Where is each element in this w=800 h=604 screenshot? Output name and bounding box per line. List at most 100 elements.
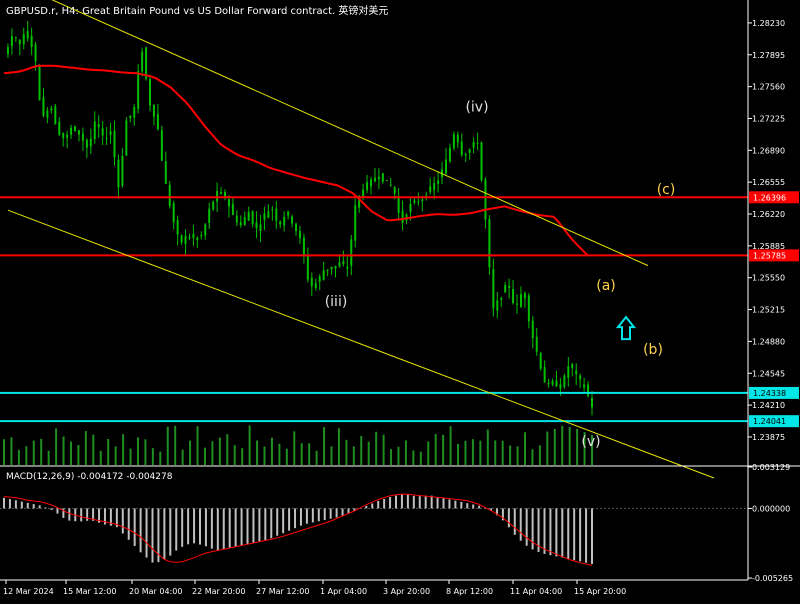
candle-body[interactable]: [141, 51, 144, 72]
candle-body[interactable]: [259, 224, 262, 232]
candle-body[interactable]: [66, 134, 69, 138]
candle-body[interactable]: [393, 187, 396, 194]
candle-body[interactable]: [508, 286, 511, 288]
candle-body[interactable]: [196, 237, 199, 241]
candle-body[interactable]: [484, 179, 487, 220]
candle-body[interactable]: [480, 142, 483, 181]
candle-body[interactable]: [302, 237, 305, 256]
candle-body[interactable]: [267, 211, 270, 218]
candle-body[interactable]: [401, 210, 404, 223]
candle-body[interactable]: [109, 131, 112, 135]
candle-body[interactable]: [81, 133, 84, 141]
chart-canvas[interactable]: 1.26396 1.25785 1.24338 1.24041 (iii) (iv) (v…: [0, 0, 800, 600]
candle-body[interactable]: [460, 141, 463, 156]
candle-body[interactable]: [492, 269, 495, 309]
candle-body[interactable]: [571, 363, 574, 369]
candle-body[interactable]: [452, 134, 455, 149]
candle-body[interactable]: [54, 105, 57, 125]
candle-body[interactable]: [22, 34, 25, 45]
candle-body[interactable]: [275, 208, 278, 221]
candle-body[interactable]: [26, 31, 29, 39]
candle-body[interactable]: [188, 237, 191, 239]
candle-body[interactable]: [160, 130, 163, 161]
candle-body[interactable]: [389, 184, 392, 186]
candle-body[interactable]: [38, 65, 41, 101]
candle-body[interactable]: [74, 126, 77, 132]
candle-body[interactable]: [184, 235, 187, 245]
candle-body[interactable]: [488, 219, 491, 268]
candle-body[interactable]: [334, 265, 337, 269]
candle-body[interactable]: [192, 233, 195, 239]
candle-body[interactable]: [421, 199, 424, 202]
candle-body[interactable]: [149, 79, 152, 106]
candle-body[interactable]: [239, 222, 242, 226]
candle-body[interactable]: [531, 320, 534, 339]
candle-body[interactable]: [377, 176, 380, 180]
candle-body[interactable]: [200, 235, 203, 237]
candle-body[interactable]: [89, 138, 92, 147]
candle-body[interactable]: [227, 199, 230, 207]
candle-body[interactable]: [330, 266, 333, 270]
candle-body[interactable]: [58, 121, 61, 135]
candle-body[interactable]: [516, 303, 519, 305]
candle-body[interactable]: [212, 201, 215, 210]
candle-body[interactable]: [444, 159, 447, 174]
candle-body[interactable]: [366, 182, 369, 191]
candle-body[interactable]: [133, 106, 136, 118]
candle-body[interactable]: [370, 179, 373, 187]
candle-body[interactable]: [156, 114, 159, 130]
candle-body[interactable]: [231, 203, 234, 215]
candle-body[interactable]: [129, 115, 132, 119]
candle-body[interactable]: [539, 353, 542, 369]
candle-body[interactable]: [543, 367, 546, 383]
candle-body[interactable]: [287, 211, 290, 216]
candle-body[interactable]: [397, 196, 400, 213]
candle-body[interactable]: [318, 276, 321, 282]
candle-body[interactable]: [567, 366, 570, 378]
candle-body[interactable]: [279, 221, 282, 225]
candle-body[interactable]: [6, 47, 9, 54]
candle-body[interactable]: [575, 370, 578, 375]
candle-body[interactable]: [291, 216, 294, 224]
candle-body[interactable]: [535, 336, 538, 352]
candle-body[interactable]: [555, 380, 558, 387]
candle-body[interactable]: [342, 261, 345, 264]
candle-body[interactable]: [429, 186, 432, 193]
candle-body[interactable]: [50, 108, 53, 111]
candle-body[interactable]: [251, 211, 254, 225]
candle-body[interactable]: [338, 262, 341, 267]
candle-body[interactable]: [563, 375, 566, 387]
candle-body[interactable]: [70, 127, 73, 135]
candle-body[interactable]: [180, 235, 183, 243]
candle-body[interactable]: [30, 35, 33, 48]
candle-body[interactable]: [433, 183, 436, 191]
candle-body[interactable]: [137, 71, 140, 109]
candle-body[interactable]: [46, 110, 49, 118]
candle-body[interactable]: [373, 177, 376, 182]
candle-body[interactable]: [164, 161, 167, 184]
candle-body[interactable]: [255, 222, 258, 229]
candle-body[interactable]: [204, 224, 207, 236]
candle-body[interactable]: [105, 138, 108, 140]
candle-body[interactable]: [18, 40, 21, 45]
candle-body[interactable]: [456, 134, 459, 143]
candle-body[interactable]: [437, 180, 440, 184]
candle-body[interactable]: [417, 201, 420, 203]
candle-body[interactable]: [243, 217, 246, 225]
candle-body[interactable]: [579, 375, 582, 380]
candle-body[interactable]: [519, 294, 522, 307]
candle-body[interactable]: [583, 384, 586, 388]
candle-body[interactable]: [496, 300, 499, 311]
candle-body[interactable]: [172, 203, 175, 223]
candle-body[interactable]: [121, 155, 124, 186]
candle-body[interactable]: [97, 124, 100, 128]
candle-body[interactable]: [547, 382, 550, 384]
candle-body[interactable]: [385, 180, 388, 182]
candle-body[interactable]: [346, 266, 349, 269]
candle-body[interactable]: [314, 283, 317, 288]
candle-body[interactable]: [559, 384, 562, 389]
candle-body[interactable]: [512, 288, 515, 304]
candle-body[interactable]: [283, 216, 286, 226]
candle-body[interactable]: [176, 220, 179, 235]
candle-body[interactable]: [220, 192, 223, 194]
